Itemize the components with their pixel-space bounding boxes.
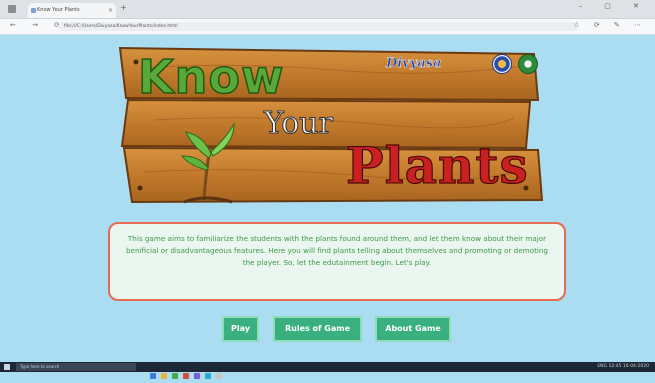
taskbar-app-icon[interactable] xyxy=(216,373,222,379)
browser-tab[interactable]: Know Your Plants × xyxy=(28,3,116,18)
start-button-icon[interactable] xyxy=(4,364,10,370)
tab-close-icon[interactable]: × xyxy=(108,3,113,18)
title-banner: Know Your Plants Divyasa xyxy=(114,40,544,210)
game-description: This game aims to familiarize the studen… xyxy=(108,222,566,301)
play-button[interactable]: Play xyxy=(222,316,259,342)
tab-title: Know Your Plants xyxy=(37,7,80,13)
rules-of-game-button[interactable]: Rules of Game xyxy=(273,316,362,342)
taskbar-app-icon[interactable] xyxy=(183,373,189,379)
browser-tab-bar: Know Your Plants × + – ▢ ✕ xyxy=(0,0,655,19)
browser-toolbar-icons[interactable]: ☆ ⟳ ✎ ⋯ xyxy=(573,21,647,29)
url-input[interactable]: file:///C:/Users/Divyasa/KnowYourPlants/… xyxy=(58,22,578,31)
os-taskbar: Type here to search ENG 12:45 16-04-2020 xyxy=(0,362,655,379)
taskbar-app-icon[interactable] xyxy=(194,373,200,379)
window-controls[interactable]: – ▢ ✕ xyxy=(579,2,649,10)
system-tray[interactable]: ENG 12:45 16-04-2020 xyxy=(597,362,649,372)
about-game-button[interactable]: About Game xyxy=(375,316,451,342)
taskbar-app-icons xyxy=(150,364,227,383)
taskbar-app-icon[interactable] xyxy=(172,373,178,379)
brand-logo: Divyasa xyxy=(386,56,442,71)
new-tab-button[interactable]: + xyxy=(120,3,127,12)
taskbar-app-icon[interactable] xyxy=(205,373,211,379)
title-plants: Plants xyxy=(345,135,529,195)
taskbar-search-input[interactable]: Type here to search xyxy=(16,363,136,371)
title-your: Your xyxy=(264,106,334,142)
emblem-logo-icon xyxy=(492,54,512,74)
title-know: Know xyxy=(137,49,285,105)
taskbar-app-icon[interactable] xyxy=(161,373,167,379)
org-logo-icon xyxy=(518,54,538,74)
page-favicon-icon xyxy=(31,8,36,13)
address-bar-row: ← → ⟳ file:///C:/Users/Divyasa/KnowYourP… xyxy=(0,19,655,35)
browser-app-icon[interactable] xyxy=(8,5,16,13)
taskbar-app-icon[interactable] xyxy=(150,373,156,379)
